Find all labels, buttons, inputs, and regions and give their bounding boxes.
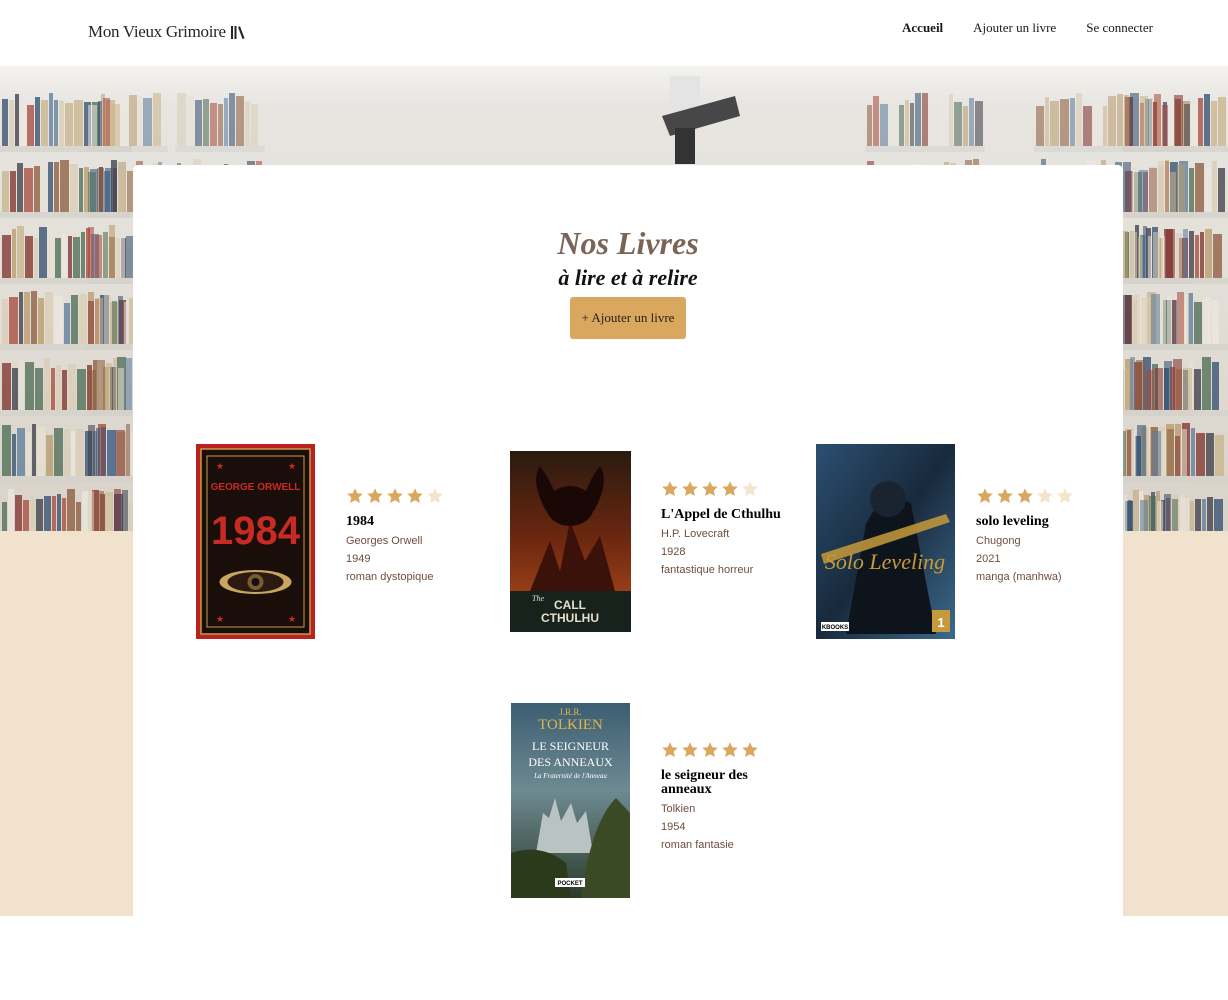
- star-filled-icon: [722, 742, 738, 757]
- star-filled-icon: [742, 742, 758, 757]
- book-author: Tolkien: [661, 803, 696, 815]
- book-year: 1928: [661, 546, 686, 558]
- book-year: 2021: [976, 553, 1001, 565]
- book-year: 1954: [661, 821, 686, 833]
- book-cover[interactable]: The CALL CTHULHU: [510, 451, 631, 632]
- svg-text:Solo Leveling: Solo Leveling: [825, 549, 945, 574]
- svg-text:★: ★: [216, 461, 224, 471]
- star-filled-icon: [977, 488, 993, 503]
- books-panel: Nos Livres à lire et à relire + Ajouter …: [133, 165, 1123, 916]
- nav-home-link[interactable]: Accueil: [902, 20, 943, 36]
- svg-text:TOLKIEN: TOLKIEN: [538, 717, 603, 733]
- svg-text:★: ★: [288, 614, 296, 624]
- book-info: 1984 Georges Orwell 1949 roman dystopiqu…: [346, 487, 456, 583]
- book-genre: fantastique horreur: [661, 564, 754, 576]
- book-genre: manga (manhwa): [976, 571, 1062, 583]
- star-filled-icon: [702, 742, 718, 757]
- star-filled-icon: [662, 481, 678, 496]
- brand-logo[interactable]: Mon Vieux Grimoire: [88, 22, 246, 42]
- nav-login-link[interactable]: Se connecter: [1086, 20, 1153, 36]
- book-year: 1949: [346, 553, 371, 565]
- star-empty-icon: [742, 481, 758, 496]
- star-filled-icon: [682, 481, 698, 496]
- book-genre: roman fantasie: [661, 839, 734, 851]
- book-title[interactable]: solo leveling: [976, 515, 1086, 529]
- site-header: Mon Vieux Grimoire Accueil Ajouter un li…: [0, 0, 1228, 66]
- svg-text:KBOOKS: KBOOKS: [822, 625, 848, 631]
- book-genre: roman dystopique: [346, 571, 434, 583]
- main-nav: Accueil Ajouter un livre Se connecter: [902, 20, 1153, 36]
- book-author: Georges Orwell: [346, 535, 423, 547]
- star-filled-icon: [682, 742, 698, 757]
- star-filled-icon: [997, 488, 1013, 503]
- book-author: H.P. Lovecraft: [661, 528, 730, 540]
- book-info: le seigneur des anneaux Tolkien 1954 rom…: [661, 741, 781, 851]
- page-subtitle: à lire et à relire: [558, 265, 698, 290]
- book-info: L'Appel de Cthulhu H.P. Lovecraft 1928 f…: [661, 480, 781, 576]
- rating-stars: [976, 487, 1086, 507]
- star-filled-icon: [662, 742, 678, 757]
- star-empty-icon: [1057, 488, 1073, 503]
- rating-stars: [661, 480, 781, 500]
- nav-add-book-link[interactable]: Ajouter un livre: [973, 20, 1056, 36]
- brand-name: Mon Vieux Grimoire: [88, 22, 226, 41]
- star-empty-icon: [427, 488, 443, 503]
- book-author: Chugong: [976, 535, 1021, 547]
- star-empty-icon: [1037, 488, 1053, 503]
- svg-text:DES ANNEAUX: DES ANNEAUX: [528, 755, 613, 769]
- book-title[interactable]: 1984: [346, 515, 456, 529]
- page-title: Nos Livres: [557, 225, 699, 261]
- rating-stars: [346, 487, 456, 507]
- svg-text:1984: 1984: [211, 509, 301, 553]
- book-cover[interactable]: J.R.R. TOLKIEN LE SEIGNEUR DES ANNEAUX L…: [511, 703, 630, 898]
- star-filled-icon: [367, 488, 383, 503]
- book-info: solo leveling Chugong 2021 manga (manhwa…: [976, 487, 1086, 583]
- star-filled-icon: [722, 481, 738, 496]
- svg-text:1: 1: [937, 615, 944, 630]
- svg-text:CTHULHU: CTHULHU: [541, 611, 599, 625]
- svg-text:★: ★: [288, 461, 296, 471]
- star-filled-icon: [387, 488, 403, 503]
- rating-stars: [661, 741, 781, 761]
- svg-text:La Fraternité de l'Anneau: La Fraternité de l'Anneau: [533, 772, 607, 780]
- svg-text:POCKET: POCKET: [557, 881, 582, 887]
- book-cover[interactable]: Solo Leveling KBOOKS 1: [816, 444, 955, 639]
- svg-text:J.R.R.: J.R.R.: [559, 707, 581, 717]
- star-filled-icon: [347, 488, 363, 503]
- book-scanner-machine: [662, 76, 740, 164]
- svg-text:LE SEIGNEUR: LE SEIGNEUR: [532, 739, 609, 753]
- books-logo-icon: [230, 26, 245, 39]
- svg-text:★: ★: [216, 614, 224, 624]
- svg-text:GEORGE ORWELL: GEORGE ORWELL: [211, 482, 301, 493]
- book-title[interactable]: L'Appel de Cthulhu: [661, 508, 781, 522]
- star-filled-icon: [1017, 488, 1033, 503]
- book-cover[interactable]: GEORGE ORWELL 1984 ★ ★ ★ ★: [196, 444, 315, 639]
- star-filled-icon: [702, 481, 718, 496]
- add-book-button[interactable]: + Ajouter un livre: [570, 297, 686, 339]
- star-filled-icon: [407, 488, 423, 503]
- svg-text:The: The: [532, 594, 544, 603]
- book-title[interactable]: le seigneur des anneaux: [661, 769, 781, 797]
- svg-text:CALL: CALL: [554, 598, 586, 612]
